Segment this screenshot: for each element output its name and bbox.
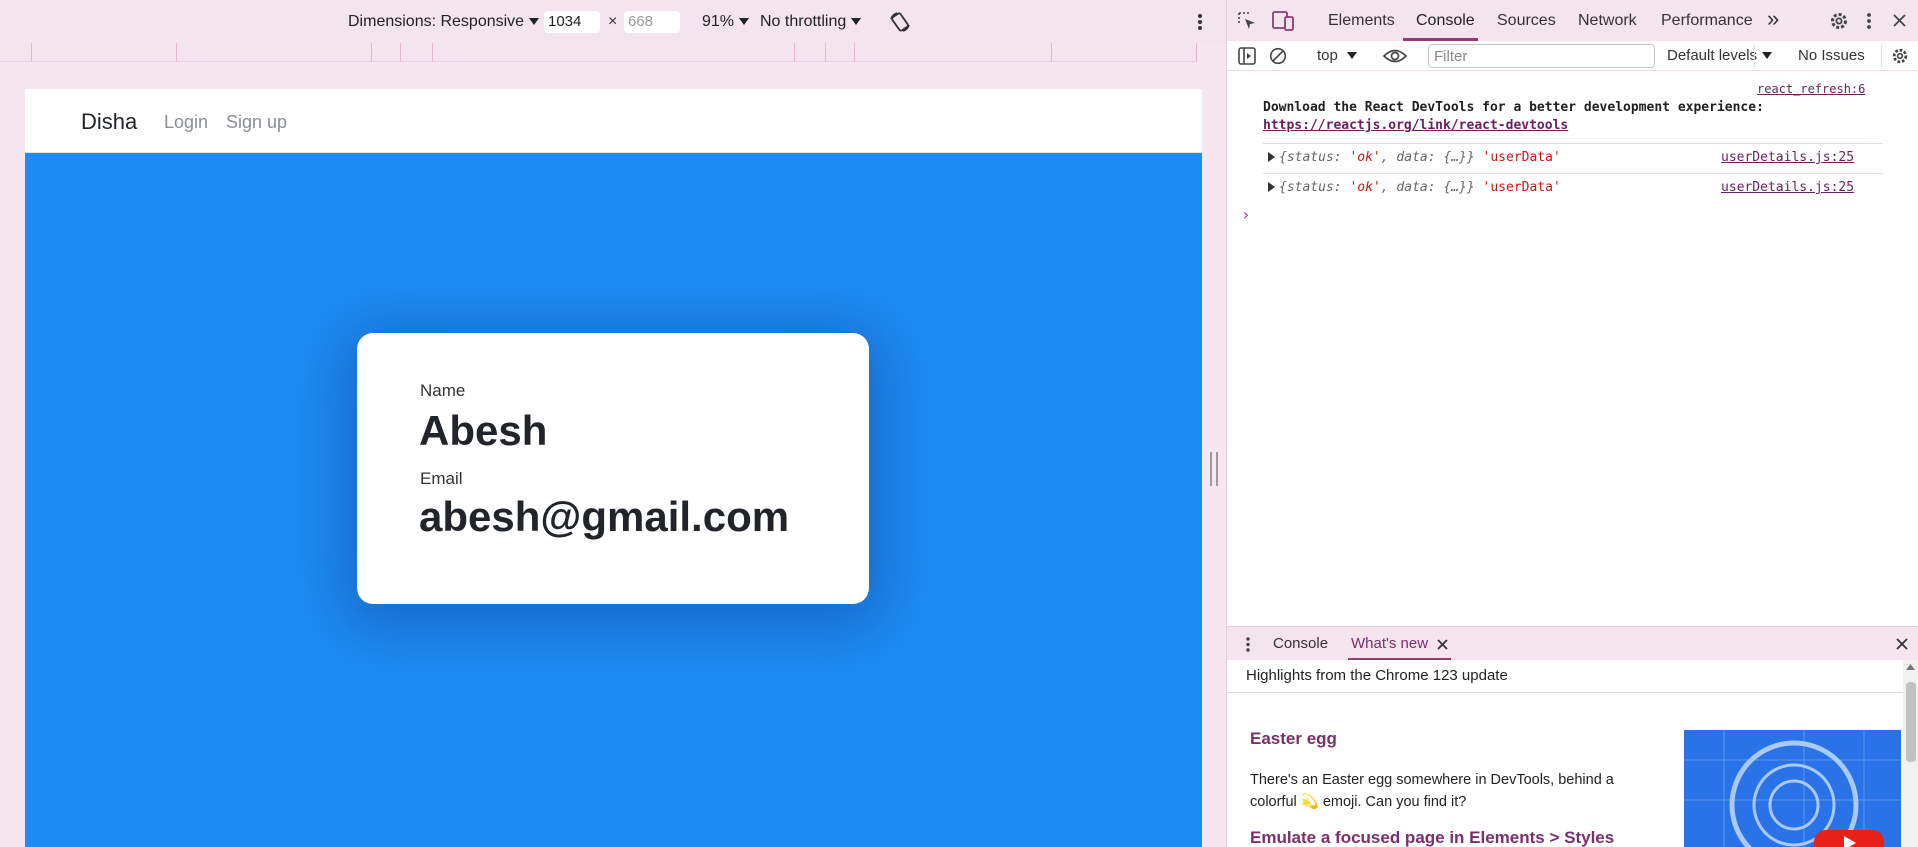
- source-link[interactable]: react_refresh:6: [1757, 82, 1865, 96]
- chevron-down-icon: [529, 18, 540, 25]
- nav-signup-link[interactable]: Sign up: [226, 112, 287, 133]
- log-object-preview: {status: 'ok', data: {…}} 'userData': [1279, 150, 1561, 165]
- source-link[interactable]: userDetails.js:25: [1721, 180, 1854, 195]
- ruler-tick: [1051, 43, 1052, 62]
- more-options-icon[interactable]: [1194, 12, 1206, 32]
- ruler-tick: [432, 43, 433, 62]
- drawer-tab-console[interactable]: Console: [1273, 635, 1328, 652]
- console-toolbar: top Default levels No Issues: [1227, 41, 1918, 71]
- console-filter-input[interactable]: [1428, 44, 1655, 68]
- eye-icon[interactable]: [1383, 48, 1407, 64]
- whats-new-content: Highlights from the Chrome 123 update Ea…: [1227, 660, 1918, 847]
- viewport-resize-handle[interactable]: [1210, 452, 1218, 486]
- expand-triangle-icon[interactable]: [1268, 182, 1275, 192]
- more-tabs-icon[interactable]: »: [1767, 6, 1779, 32]
- drawer-menu-icon[interactable]: [1245, 636, 1251, 653]
- zoom-label: 91%: [702, 12, 735, 30]
- dimensions-label: Dimensions: Responsive: [348, 12, 525, 30]
- email-label: Email: [420, 469, 463, 488]
- rotate-icon[interactable]: [888, 10, 912, 34]
- scroll-thumb[interactable]: [1906, 682, 1916, 762]
- email-value: abesh@gmail.com: [419, 493, 790, 540]
- message-text: Download the React DevTools for a better…: [1263, 100, 1764, 115]
- context-dropdown[interactable]: top: [1317, 47, 1357, 64]
- emulated-viewport: Disha Login Sign up Name Abesh Email abe…: [25, 89, 1202, 847]
- promo-image: [1684, 730, 1901, 847]
- toolbar-separator: [1754, 45, 1755, 67]
- divider: [1227, 692, 1903, 693]
- height-input[interactable]: [624, 10, 680, 33]
- chevron-down-icon: [1346, 52, 1357, 59]
- close-icon[interactable]: [1892, 13, 1907, 28]
- close-drawer-icon[interactable]: [1896, 638, 1908, 650]
- devtools-tabbar: Elements Console Sources Network Perform…: [1227, 0, 1918, 41]
- media-query-ruler[interactable]: [0, 43, 1197, 62]
- zoom-dropdown[interactable]: 91%: [702, 12, 750, 31]
- console-log-row[interactable]: {status: 'ok', data: {…}} 'userData' use…: [1263, 143, 1883, 169]
- log-levels-label: Default levels: [1667, 47, 1758, 64]
- expand-triangle-icon[interactable]: [1268, 152, 1275, 162]
- more-options-icon[interactable]: [1864, 11, 1874, 31]
- ruler-tick: [854, 43, 855, 62]
- issues-counter[interactable]: No Issues: [1798, 47, 1865, 64]
- width-input[interactable]: [544, 10, 600, 33]
- name-value: Abesh: [419, 407, 548, 454]
- console-settings-icon[interactable]: [1891, 47, 1909, 65]
- clear-console-icon[interactable]: [1269, 47, 1287, 65]
- log-levels-dropdown[interactable]: Default levels: [1667, 47, 1773, 64]
- drawer-tabbar: Console What's new: [1227, 626, 1918, 661]
- scroll-up-icon[interactable]: [1906, 664, 1915, 670]
- site-navbar: Disha Login Sign up: [25, 89, 1202, 153]
- times-sign: ×: [608, 13, 618, 30]
- ruler-tick: [400, 43, 401, 62]
- gear-icon[interactable]: [1829, 11, 1849, 31]
- console-prompt[interactable]: ›: [1241, 205, 1251, 224]
- ruler-tick: [794, 43, 795, 62]
- console-message: Download the React DevTools for a better…: [1263, 99, 1883, 135]
- name-label: Name: [420, 381, 466, 400]
- ruler-tick: [176, 43, 177, 62]
- profile-card: Name Abesh Email abesh@gmail.com: [357, 333, 869, 604]
- throttling-dropdown[interactable]: No throttling: [760, 12, 862, 31]
- ruler-tick: [825, 43, 826, 62]
- easter-egg-description: There's an Easter egg somewhere in DevTo…: [1250, 772, 1614, 810]
- tab-console[interactable]: Console: [1416, 12, 1475, 30]
- react-devtools-link[interactable]: https://reactjs.org/link/react-devtools: [1263, 118, 1568, 133]
- device-toolbar: Dimensions: Responsive × 91% No throttli…: [0, 0, 1226, 43]
- ruler-tick: [371, 43, 372, 62]
- context-label: top: [1317, 47, 1338, 64]
- tab-sources[interactable]: Sources: [1497, 12, 1556, 30]
- source-link[interactable]: userDetails.js:25: [1721, 150, 1854, 165]
- device-toolbar-toggle-icon[interactable]: [1272, 11, 1294, 31]
- throttling-label: No throttling: [760, 12, 847, 30]
- nav-login-link[interactable]: Login: [164, 112, 208, 133]
- ruler-tick: [31, 43, 32, 62]
- chevron-down-icon: [851, 18, 862, 25]
- chevron-down-icon: [739, 18, 750, 25]
- devtools-panel: Elements Console Sources Network Perform…: [1227, 0, 1918, 847]
- tab-performance[interactable]: Performance: [1661, 12, 1753, 30]
- brand-link[interactable]: Disha: [81, 109, 137, 135]
- toolbar-separator: [1881, 45, 1882, 67]
- tab-elements[interactable]: Elements: [1328, 12, 1395, 30]
- log-object-preview: {status: 'ok', data: {…}} 'userData': [1279, 180, 1561, 195]
- highlights-heading: Highlights from the Chrome 123 update: [1246, 667, 1508, 684]
- drawer-scrollbar[interactable]: [1903, 660, 1918, 847]
- emulate-focused-page-link[interactable]: Emulate a focused page in Elements > Sty…: [1250, 828, 1614, 847]
- ruler-tick: [1196, 43, 1197, 62]
- console-messages: react_refresh:6 Download the React DevTo…: [1227, 71, 1918, 626]
- close-tab-icon[interactable]: [1437, 639, 1448, 650]
- easter-egg-link[interactable]: Easter egg: [1250, 729, 1337, 749]
- drawer-tab-whats-new[interactable]: What's new: [1351, 635, 1428, 652]
- chevron-down-icon: [1762, 52, 1773, 59]
- tab-network[interactable]: Network: [1578, 12, 1637, 30]
- console-log-row[interactable]: {status: 'ok', data: {…}} 'userData' use…: [1263, 173, 1883, 199]
- sidebar-toggle-icon[interactable]: [1238, 47, 1256, 65]
- promo-graphic: [1684, 730, 1901, 847]
- inspect-element-icon[interactable]: [1237, 11, 1257, 31]
- dimensions-dropdown[interactable]: Dimensions: Responsive: [348, 12, 540, 31]
